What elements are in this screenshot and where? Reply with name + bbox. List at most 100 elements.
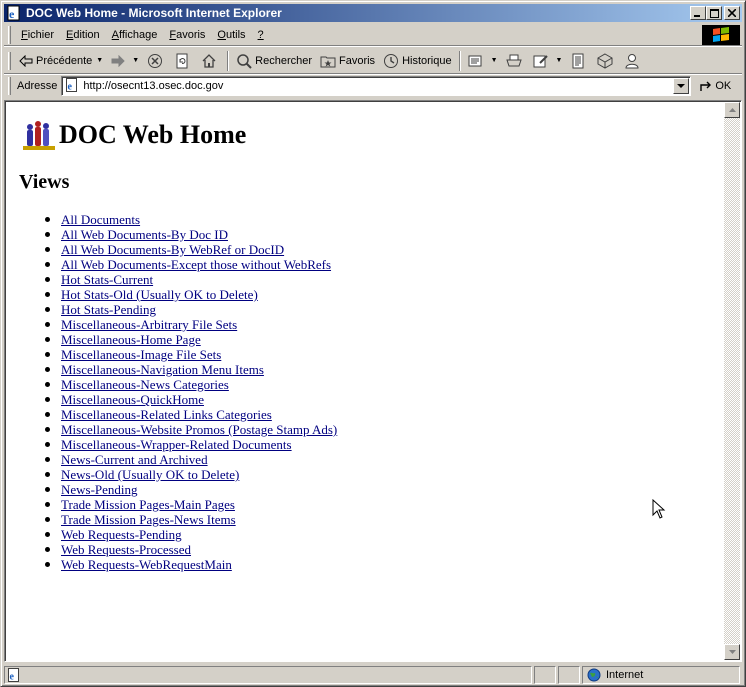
chevron-down-icon[interactable]: ▼ [96, 57, 103, 64]
vertical-scrollbar[interactable] [724, 102, 740, 660]
list-item: News-Current and Archived [45, 452, 337, 467]
list-item: Miscellaneous-Related Links Categories [45, 407, 337, 422]
bullet-icon [45, 397, 50, 402]
back-label: Précédente [36, 54, 93, 67]
list-item: Miscellaneous-QuickHome [45, 392, 337, 407]
browser-window: e DOC Web Home - Microsoft Internet Expl… [0, 0, 746, 687]
menu-outils[interactable]: Outils [211, 26, 251, 44]
menu-favoris[interactable]: Favoris [163, 26, 211, 44]
view-link[interactable]: Miscellaneous-Arbitrary File Sets [61, 317, 237, 332]
chevron-down-icon[interactable]: ▼ [491, 57, 498, 64]
list-item: Web Requests-Processed [45, 542, 337, 557]
view-link[interactable]: Miscellaneous-Navigation Menu Items [61, 362, 264, 377]
view-link[interactable]: Trade Mission Pages-Main Pages [61, 497, 235, 512]
back-button[interactable]: Précédente ▼ [15, 50, 107, 72]
list-item: Hot Stats-Old (Usually OK to Delete) [45, 287, 337, 302]
bullet-icon [45, 502, 50, 507]
maximize-icon [709, 8, 719, 18]
edit-button[interactable]: ▼ [529, 50, 567, 72]
scroll-up-button[interactable] [724, 102, 740, 118]
address-field[interactable]: e [61, 76, 692, 96]
menu-fichier[interactable]: Fichier [15, 26, 60, 44]
chevron-down-icon[interactable]: ▼ [132, 57, 139, 64]
history-button[interactable]: Historique [379, 50, 456, 72]
list-item: All Web Documents-By WebRef or DocID [45, 242, 337, 257]
list-item: Web Requests-WebRequestMain [45, 557, 337, 572]
favorites-button[interactable]: Favoris [316, 50, 379, 72]
view-link[interactable]: Hot Stats-Old (Usually OK to Delete) [61, 287, 258, 302]
refresh-button[interactable] [170, 50, 197, 72]
messenger-button[interactable] [620, 50, 647, 72]
menu-edition[interactable]: Edition [60, 26, 106, 44]
page-title: DOC Web Home [59, 120, 247, 149]
close-button[interactable] [724, 6, 740, 20]
view-link[interactable]: Trade Mission Pages-News Items [61, 512, 236, 527]
user-icon [625, 53, 639, 68]
related-button[interactable] [593, 50, 620, 72]
bullet-icon [45, 232, 50, 237]
bullet-icon [45, 457, 50, 462]
home-button[interactable] [197, 50, 224, 72]
address-dropdown-button[interactable] [673, 78, 690, 94]
favorites-folder-icon [320, 56, 336, 67]
view-link[interactable]: News-Old (Usually OK to Delete) [61, 467, 239, 482]
security-zone: Internet [582, 666, 740, 684]
view-link[interactable]: Web Requests-WebRequestMain [61, 557, 232, 572]
mail-button[interactable]: ▼ [464, 50, 502, 72]
view-link[interactable]: All Web Documents-By Doc ID [61, 227, 228, 242]
view-link[interactable]: Miscellaneous-Wrapper-Related Documents [61, 437, 292, 452]
view-link[interactable]: Miscellaneous-Website Promos (Postage St… [61, 422, 337, 437]
bullet-icon [45, 562, 50, 567]
scroll-down-button[interactable] [724, 644, 740, 660]
people-logo-icon [23, 121, 55, 150]
view-link[interactable]: News-Pending [61, 482, 138, 497]
go-button[interactable]: OK [699, 79, 731, 93]
view-link[interactable]: All Web Documents-By WebRef or DocID [61, 242, 284, 257]
maximize-button[interactable] [706, 6, 722, 20]
toolbar-grip[interactable] [8, 25, 11, 44]
view-link[interactable]: Miscellaneous-Home Page [61, 332, 201, 347]
search-label: Rechercher [255, 54, 312, 67]
view-link[interactable]: Hot Stats-Current [61, 272, 153, 287]
minimize-icon [694, 15, 700, 17]
list-item: Miscellaneous-Arbitrary File Sets [45, 317, 337, 332]
view-link[interactable]: Miscellaneous-Image File Sets [61, 347, 221, 362]
chevron-down-icon[interactable]: ▼ [556, 57, 563, 64]
view-link[interactable]: Hot Stats-Pending [61, 302, 156, 317]
minimize-button[interactable] [690, 6, 706, 20]
discuss-button[interactable] [566, 50, 593, 72]
views-list: All Documents All Web Documents-By Doc ID… [45, 212, 337, 572]
windows-logo-icon [702, 25, 740, 45]
menu-help[interactable]: ? [252, 26, 270, 44]
page-heading: DOC Web Home [21, 119, 246, 151]
chevron-down-icon [728, 650, 736, 654]
views-heading: Views [19, 171, 70, 193]
page-content: DOC Web Home Views All Documents All Web … [7, 103, 725, 659]
list-item: News-Pending [45, 482, 337, 497]
close-icon [728, 9, 736, 17]
toolbar-grip[interactable] [8, 51, 11, 70]
view-link[interactable]: Miscellaneous-QuickHome [61, 392, 204, 407]
view-link[interactable]: Miscellaneous-Related Links Categories [61, 407, 272, 422]
title-bar[interactable]: e DOC Web Home - Microsoft Internet Expl… [4, 4, 742, 22]
address-input[interactable] [83, 80, 674, 92]
view-link[interactable]: Miscellaneous-News Categories [61, 377, 229, 392]
view-link[interactable]: News-Current and Archived [61, 452, 208, 467]
svg-text:e: e [9, 7, 15, 21]
go-label: OK [715, 80, 732, 92]
stop-button[interactable] [143, 50, 170, 72]
history-icon [384, 53, 399, 68]
view-link[interactable]: All Documents [61, 212, 140, 227]
zone-label: Internet [606, 669, 644, 681]
print-button[interactable] [502, 50, 529, 72]
refresh-icon [176, 53, 188, 68]
view-link[interactable]: All Web Documents-Except those without W… [61, 257, 331, 272]
content-frame: DOC Web Home Views All Documents All Web … [4, 100, 742, 662]
menu-affichage[interactable]: Affichage [106, 26, 164, 44]
toolbar-grip[interactable] [8, 77, 11, 95]
search-button[interactable]: Rechercher [232, 50, 316, 72]
view-link[interactable]: Web Requests-Pending [61, 527, 182, 542]
forward-button[interactable]: ▼ [107, 50, 143, 72]
search-icon [237, 53, 252, 69]
view-link[interactable]: Web Requests-Processed [61, 542, 191, 557]
